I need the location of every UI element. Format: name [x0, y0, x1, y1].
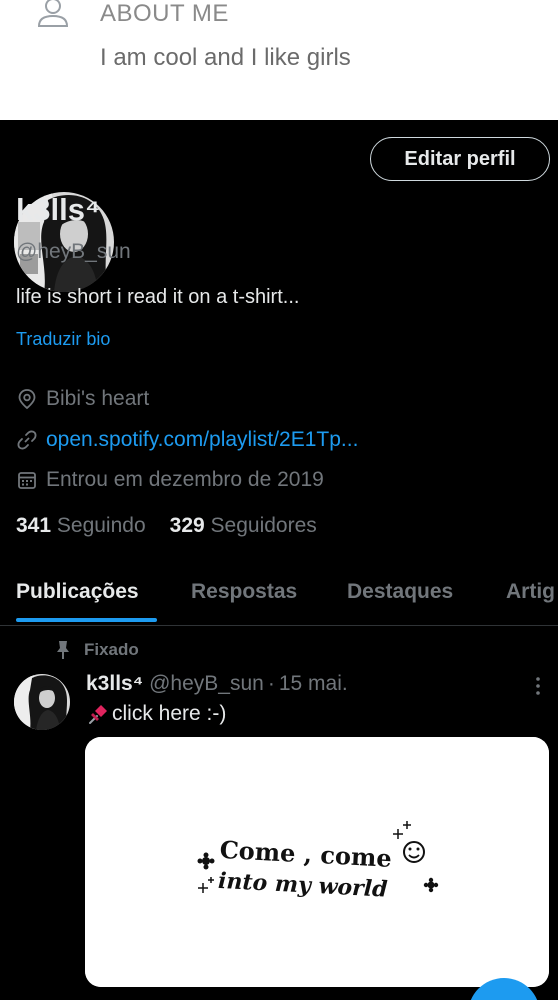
following-count: 341 [16, 514, 52, 537]
post-text: click here :-) [86, 702, 226, 726]
about-me-title: ABOUT ME [100, 0, 229, 27]
follow-stats: 341 Seguindo 329 Seguidores [16, 514, 341, 538]
website-link[interactable]: open.spotify.com/playlist/2E1Tp... [46, 428, 358, 452]
post-separator: · [267, 672, 275, 695]
post-author-name[interactable]: k3lls⁴ [86, 672, 143, 696]
edit-profile-button[interactable]: Editar perfil [370, 137, 550, 181]
pin-icon [54, 640, 72, 660]
post-body: click here :-) [112, 702, 227, 725]
display-name: k3lls⁴ [16, 192, 101, 227]
calendar-icon [16, 469, 38, 491]
tab-highlights[interactable]: Destaques [347, 580, 453, 604]
profile-website[interactable]: open.spotify.com/playlist/2E1Tp... [16, 426, 358, 454]
link-icon [16, 429, 38, 451]
post-author-avatar[interactable] [14, 674, 70, 730]
post-header: k3lls⁴ @heyB_sun · 15 mai. [86, 672, 348, 696]
location-pin-icon [16, 388, 38, 410]
location-text: Bibi's heart [46, 387, 150, 410]
pushpin-emoji-icon [86, 702, 110, 726]
followers-link[interactable]: 329 Seguidores [170, 514, 317, 538]
tab-posts[interactable]: Publicações [16, 580, 139, 604]
profile-location: Bibi's heart [16, 385, 149, 413]
profile-panel: Editar perfil k3lls⁴ @heyB_sun life is s… [0, 120, 558, 1000]
post-author-handle[interactable]: @heyB_sun [149, 672, 264, 696]
post-image[interactable]: Come , come into my world [85, 737, 549, 987]
followers-count: 329 [169, 514, 205, 537]
about-me-section: ABOUT ME I am cool and I like girls [0, 0, 558, 120]
tab-replies[interactable]: Respostas [191, 580, 297, 604]
translate-bio-link[interactable]: Traduzir bio [16, 329, 110, 350]
joined-text: Entrou em dezembro de 2019 [46, 468, 324, 491]
post-date[interactable]: 15 mai. [279, 672, 348, 696]
following-link[interactable]: 341 Seguindo [16, 514, 146, 538]
user-handle: @heyB_sun [16, 240, 131, 263]
tab-articles[interactable]: Artig [506, 580, 555, 604]
more-vertical-icon[interactable] [528, 676, 548, 696]
followers-label: Seguidores [210, 514, 317, 537]
profile-bio: life is short i read it on a t-shirt... [16, 286, 300, 308]
profile-joined: Entrou em dezembro de 2019 [16, 466, 324, 494]
person-icon [36, 0, 70, 28]
about-me-text: I am cool and I like girls [100, 44, 351, 71]
pinned-indicator: Fixado [54, 640, 139, 660]
active-tab-indicator [16, 618, 157, 622]
pinned-label: Fixado [84, 640, 139, 659]
following-label: Seguindo [56, 514, 146, 537]
